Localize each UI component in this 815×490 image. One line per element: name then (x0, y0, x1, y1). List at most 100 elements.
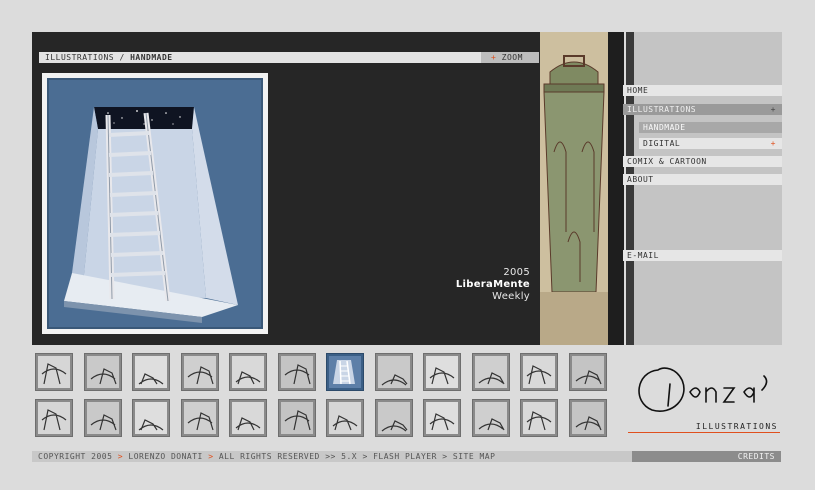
thumbnail-sketch (329, 402, 361, 434)
nav-digital-label: DIGITAL (643, 139, 681, 148)
nav-about-label: ABOUT (627, 175, 654, 184)
thumbnail[interactable] (277, 353, 316, 391)
thumbnail-sketch (232, 402, 264, 434)
credits-button[interactable]: CREDITS (632, 451, 781, 462)
nav-about[interactable]: ABOUT (623, 174, 782, 185)
thumbnail[interactable] (180, 399, 219, 437)
thumbnail-image (232, 356, 264, 388)
separator-icon: > (362, 452, 368, 461)
separator-icon: >> (325, 452, 336, 461)
thumbnail[interactable] (520, 353, 558, 391)
thumbnail[interactable] (180, 353, 219, 391)
thumbnail[interactable] (374, 353, 413, 391)
footer-text: COPYRIGHT 2005 > LORENZO DONATI > ALL RI… (38, 452, 495, 461)
footer-player-version: 5.X (341, 452, 358, 461)
thumbnail-sketch (280, 402, 313, 434)
trash-can-illustration (540, 32, 608, 345)
logo-subtitle: ILLUSTRATIONS (695, 422, 778, 431)
thumbnail-sketch (183, 356, 216, 388)
nav-digital[interactable]: DIGITAL + (639, 138, 782, 149)
nav-comix-label: COMIX & CARTOON (627, 157, 707, 166)
thumbnail-image (86, 402, 119, 434)
thumbnail[interactable] (374, 399, 413, 437)
nav-home[interactable]: HOME (623, 85, 782, 96)
footer-author: LORENZO DONATI (128, 452, 203, 461)
nav-comix[interactable]: COMIX & CARTOON (623, 156, 782, 167)
zoom-button[interactable]: + ZOOM (481, 52, 539, 63)
nav-handmade[interactable]: HANDMADE (639, 122, 782, 133)
plus-icon: + (770, 139, 776, 148)
breadcrumb-bar: ILLUSTRATIONS / HANDMADE + ZOOM (39, 52, 539, 63)
nav-email[interactable]: E-MAIL (623, 250, 782, 261)
thumbnail-image (329, 356, 361, 388)
thumbnail[interactable] (326, 353, 364, 391)
caption-publication: LiberaMente (455, 279, 530, 290)
thumbnail[interactable] (326, 399, 364, 437)
nav-home-label: HOME (627, 86, 649, 95)
thumbnail[interactable] (471, 399, 510, 437)
thumbnail-sketch (232, 356, 264, 388)
thumbnail-image (474, 356, 507, 388)
breadcrumb-separator: / (114, 53, 131, 62)
thumbnail-image (232, 402, 264, 434)
separator-icon: > (442, 452, 448, 461)
breadcrumb-section[interactable]: ILLUSTRATIONS (45, 53, 114, 62)
footer-bar: COPYRIGHT 2005 > LORENZO DONATI > ALL RI… (32, 451, 632, 462)
thumbnail[interactable] (132, 353, 170, 391)
thumbnail[interactable] (423, 353, 461, 391)
thumbnail-sketch (86, 356, 119, 388)
nav-panel (634, 32, 782, 345)
footer-flash-link[interactable]: FLASH PLAYER (373, 452, 437, 461)
thumbnail-sketch (135, 356, 167, 388)
artwork-caption: 2005 LiberaMente Weekly (456, 267, 530, 303)
thumbnail[interactable] (520, 399, 558, 437)
thumbnail[interactable] (229, 399, 267, 437)
artwork-image (42, 73, 268, 334)
thumbnail-image (426, 356, 458, 388)
plus-icon: + (770, 105, 776, 114)
thumbnail[interactable] (35, 353, 73, 391)
credits-label: CREDITS (737, 452, 775, 461)
thumbnail[interactable] (229, 353, 267, 391)
thumbnail-sketch (135, 402, 167, 434)
thumbnail-image (38, 356, 70, 388)
thumbnail-image (377, 402, 410, 434)
thumbnail[interactable] (568, 353, 607, 391)
thumbnail-image (135, 402, 167, 434)
thumbnail[interactable] (423, 399, 461, 437)
thumbnail-sketch (280, 356, 313, 388)
thumbnail[interactable] (568, 399, 607, 437)
thumbnail-sketch (426, 402, 458, 434)
thumbnail[interactable] (83, 399, 122, 437)
footer-sitemap-link[interactable]: SITE MAP (453, 452, 496, 461)
thumbnail-sketch (377, 402, 410, 434)
nav-illustrations[interactable]: ILLUSTRATIONS + (623, 104, 782, 115)
ladder-illustration (47, 78, 263, 329)
footer-copyright: COPYRIGHT 2005 (38, 452, 113, 461)
thumbnail-sketch (86, 402, 119, 434)
breadcrumb-current: HANDMADE (130, 53, 173, 62)
divider-strip (608, 32, 624, 345)
thumbnail[interactable] (277, 399, 316, 437)
footer-rights: ALL RIGHTS RESERVED (218, 452, 320, 461)
thumbnail-sketch (474, 402, 507, 434)
thumbnail-image (280, 356, 313, 388)
thumbnail-sketch (523, 356, 555, 388)
thumbnail[interactable] (83, 353, 122, 391)
logo-underline (628, 432, 780, 433)
thumbnail-sketch (183, 402, 216, 434)
thumbnail-sketch (377, 356, 410, 388)
thumbnail[interactable] (35, 399, 73, 437)
thumbnail[interactable] (471, 353, 510, 391)
nav-handmade-label: HANDMADE (643, 123, 686, 132)
thumbnail-image (86, 356, 119, 388)
thumbnail-sketch (38, 356, 70, 388)
thumbnail-image (426, 402, 458, 434)
caption-frequency: Weekly (492, 291, 530, 302)
thumbnail-ladder (329, 356, 361, 388)
separator-icon: > (117, 452, 124, 461)
breadcrumb: ILLUSTRATIONS / HANDMADE (45, 53, 173, 62)
thumbnail-image (523, 356, 555, 388)
thumbnail-sketch (571, 402, 604, 434)
thumbnail[interactable] (132, 399, 170, 437)
